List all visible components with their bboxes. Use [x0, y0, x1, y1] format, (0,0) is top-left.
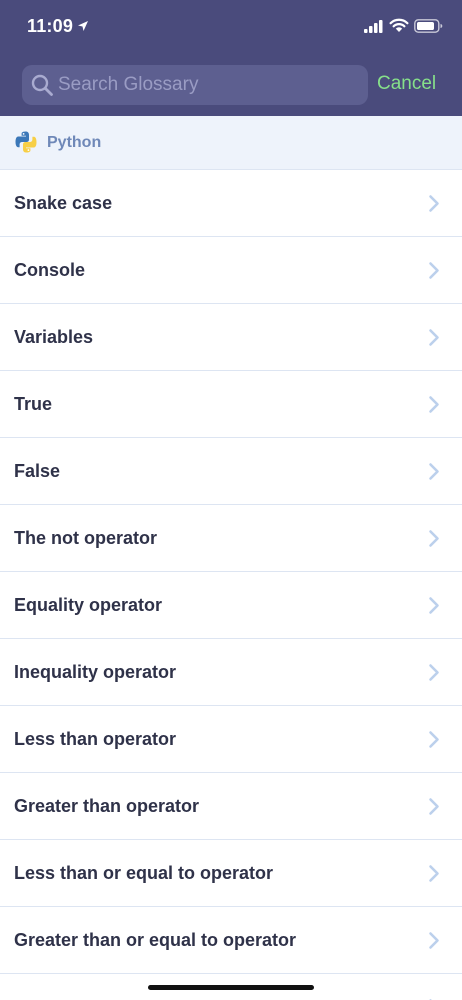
list-item[interactable]: Less than or equal to operator: [0, 840, 462, 907]
list-item[interactable]: Greater than or equal to operator: [0, 907, 462, 974]
chevron-right-icon: [429, 798, 439, 815]
section-title: Python: [47, 134, 102, 151]
status-time: 11:09: [27, 16, 74, 36]
list-item-label: False: [14, 461, 61, 481]
chevron-right-icon: [429, 865, 439, 882]
cellular-signal-icon: [364, 20, 383, 33]
status-bar: 11:09: [0, 0, 462, 56]
list-item-label: Inequality operator: [14, 662, 177, 682]
list-item-label: Greater than or equal to operator: [14, 930, 297, 950]
list-item[interactable]: Console: [0, 237, 462, 304]
chevron-right-icon: [429, 530, 439, 547]
search-input[interactable]: [58, 65, 358, 105]
chevron-right-icon: [429, 664, 439, 681]
list-item[interactable]: Variables: [0, 304, 462, 371]
chevron-right-icon: [429, 597, 439, 614]
list-item[interactable]: Less than operator: [0, 706, 462, 773]
navigation-header: 11:09 Cancel: [0, 0, 462, 116]
chevron-right-icon: [429, 932, 439, 949]
list-item-label: Greater than operator: [14, 796, 200, 816]
cancel-button[interactable]: Cancel: [377, 73, 436, 95]
battery-icon: [414, 19, 443, 33]
chevron-right-icon: [429, 396, 439, 413]
list-item[interactable]: Greater than operator: [0, 773, 462, 840]
list-item[interactable]: Inequality operator: [0, 639, 462, 706]
list-item-label: True: [14, 394, 53, 414]
chevron-right-icon: [429, 195, 439, 212]
list-item-label: Console: [14, 260, 86, 280]
search-icon: [31, 74, 53, 96]
list-item[interactable]: The not operator: [0, 505, 462, 572]
chevron-right-icon: [429, 262, 439, 279]
python-logo-icon: [15, 131, 37, 153]
list-item-label: Less than or equal to operator: [14, 863, 274, 883]
search-field[interactable]: [22, 65, 368, 105]
chevron-right-icon: [429, 731, 439, 748]
wifi-icon: [389, 18, 409, 32]
list-item[interactable]: True: [0, 371, 462, 438]
list-item-label: Snake case: [14, 193, 113, 213]
list-item-label: Equality operator: [14, 595, 163, 615]
chevron-right-icon: [429, 329, 439, 346]
list-item[interactable]: Equality operator: [0, 572, 462, 639]
glossary-list: Snake case Console Variables True False …: [0, 170, 462, 1000]
chevron-right-icon: [429, 463, 439, 480]
list-item-label: Variables: [14, 327, 94, 347]
home-indicator[interactable]: [148, 985, 314, 990]
section-header-python: Python: [0, 116, 462, 170]
list-item[interactable]: Snake case: [0, 170, 462, 237]
list-item[interactable]: False: [0, 438, 462, 505]
list-item-label: Less than operator: [14, 729, 177, 749]
list-item-label: The not operator: [14, 528, 157, 548]
location-arrow-icon: [78, 21, 88, 31]
